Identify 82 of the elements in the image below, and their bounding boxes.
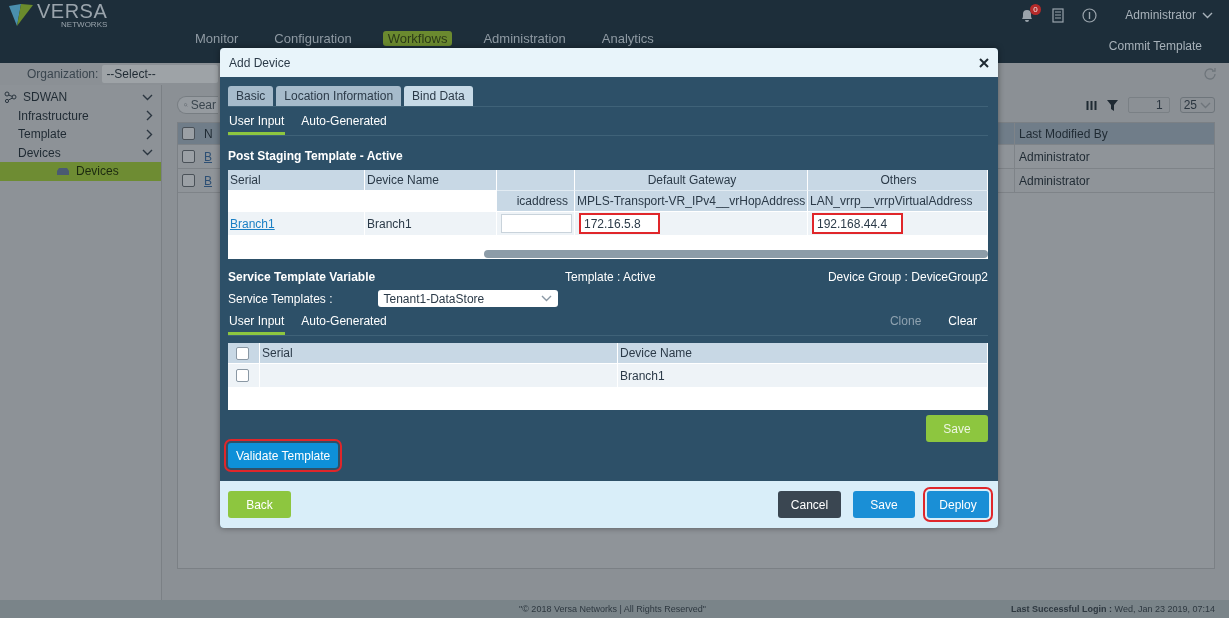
logo-subtext: NETWORKS	[61, 21, 108, 29]
info-icon[interactable]	[1082, 7, 1098, 23]
device-link[interactable]: B	[204, 173, 212, 188]
organization-label: Organization:	[27, 67, 99, 81]
device-icon	[56, 166, 70, 176]
organization-select[interactable]: --Select--	[102, 65, 219, 83]
save-button[interactable]: Save	[853, 491, 915, 518]
checkbox[interactable]	[182, 174, 195, 187]
nav-tab[interactable]: Monitor	[190, 31, 244, 46]
table-cell: Branch1	[618, 363, 988, 387]
sidebar-item[interactable]: Devices	[0, 162, 161, 181]
page-field[interactable]: 1	[1127, 97, 1170, 113]
table-cell: Administrator	[1014, 169, 1214, 192]
chevron-down-icon	[540, 295, 552, 302]
network-icon	[4, 91, 17, 104]
copyright-text: "© 2018 Versa Networks | All Rights Reserved"	[519, 604, 706, 614]
service-templates-label: Service Templates :	[228, 291, 333, 306]
column-header: LAN_vrrp__vrrpVirtualAddress	[808, 190, 988, 211]
search-field[interactable]: Sear	[177, 96, 218, 114]
close-icon[interactable]	[979, 57, 989, 68]
nav-tab[interactable]: Administration	[478, 31, 571, 46]
list-icon[interactable]	[1052, 7, 1065, 23]
checkbox[interactable]	[236, 346, 249, 360]
nav-tab[interactable]: Workflows	[382, 31, 453, 46]
last-login-text: Last Successful Login : Wed, Jan 23 2019, 07:14	[1011, 604, 1215, 614]
device-group-text: Device Group : DeviceGroup2	[827, 270, 988, 284]
input-field[interactable]: 172.16.5.8	[579, 213, 660, 234]
column-header: Last Modified By	[1014, 123, 1214, 144]
chevron-right-icon	[146, 110, 153, 122]
tab[interactable]: Location Information	[276, 86, 402, 106]
sidebar-item[interactable]: Template	[0, 125, 161, 144]
service-template-select[interactable]: Tenant1-DataStore	[377, 290, 558, 307]
dialog-title: Add Device	[229, 55, 291, 70]
column-header: N	[203, 126, 214, 141]
sub-tab[interactable]: Auto-Generated	[300, 114, 388, 135]
checkbox[interactable]	[182, 127, 195, 140]
page-size-select[interactable]: 25	[1179, 97, 1215, 113]
column-header: Serial	[228, 170, 365, 190]
sidebar-item[interactable]: SDWAN	[0, 88, 161, 107]
chevron-right-icon	[146, 128, 153, 140]
column-group-header: Default Gateway	[575, 170, 808, 190]
sub-tab[interactable]: User Input	[228, 314, 286, 335]
cancel-button[interactable]: Cancel	[778, 491, 841, 518]
clear-button[interactable]: Clear	[947, 314, 978, 335]
column-header: Device Name	[365, 170, 497, 190]
column-header: Serial	[260, 343, 618, 363]
template-status-text: Template : Active	[565, 270, 656, 284]
nav-tab[interactable]: Analytics	[596, 31, 659, 46]
notification-badge: 0	[1030, 3, 1041, 15]
checkbox[interactable]	[182, 150, 195, 163]
sidebar-item[interactable]: Infrastructure	[0, 106, 161, 125]
chevron-down-icon	[1202, 11, 1213, 19]
table-cell: Administrator	[1014, 145, 1214, 168]
columns-icon[interactable]	[1085, 99, 1097, 111]
nav-tab[interactable]: Configuration	[269, 31, 357, 46]
table-cell: Branch1	[365, 211, 497, 235]
section-title: Post Staging Template - Active	[228, 149, 404, 163]
scrollbar[interactable]	[484, 250, 988, 258]
column-group-header: Others	[808, 170, 988, 190]
checkbox[interactable]	[236, 369, 249, 382]
input-field[interactable]	[501, 214, 572, 233]
chevron-down-icon	[1200, 101, 1211, 109]
column-header: icaddress	[497, 190, 575, 211]
tab[interactable]: Bind Data	[404, 86, 473, 106]
commit-template-button[interactable]: Commit Template	[1108, 39, 1202, 53]
sub-tab[interactable]: User Input	[228, 114, 286, 135]
logo-text: VERSA	[37, 1, 108, 21]
device-link[interactable]: B	[204, 149, 212, 164]
sub-tab[interactable]: Auto-Generated	[300, 314, 388, 335]
column-header: Device Name	[618, 343, 988, 363]
bell-icon[interactable]	[1020, 7, 1035, 23]
logo-icon	[8, 2, 34, 28]
column-header: MPLS-Transport-VR_IPv4__vrHopAddress	[575, 190, 808, 211]
input-field[interactable]: 192.168.44.4	[812, 213, 903, 234]
sidebar-item[interactable]: Devices	[0, 143, 161, 162]
chevron-down-icon	[142, 149, 153, 157]
tab[interactable]: Basic	[228, 86, 274, 106]
filter-icon[interactable]	[1106, 99, 1118, 111]
chevron-down-icon	[142, 93, 153, 101]
user-menu[interactable]: Administrator	[1125, 8, 1213, 22]
section-title: Service Template Variable	[228, 270, 377, 284]
search-placeholder: Sear	[190, 98, 216, 112]
